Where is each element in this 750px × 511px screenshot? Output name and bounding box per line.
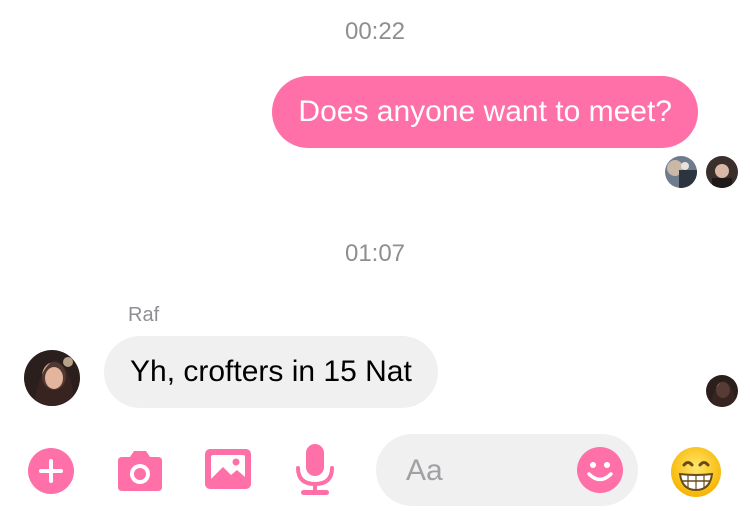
message-input[interactable] <box>404 448 578 494</box>
sender-name: Raf <box>128 304 160 326</box>
message-text: Yh, crofters in 15 Nat <box>130 355 412 388</box>
read-receipt-avatar <box>665 156 697 188</box>
message-timestamp: 00:22 <box>344 18 406 45</box>
gallery-icon[interactable] <box>203 445 253 493</box>
camera-icon[interactable] <box>114 447 166 495</box>
sender-avatar[interactable] <box>24 350 80 406</box>
incoming-message-bubble[interactable]: Yh, crofters in 15 Nat <box>104 336 438 408</box>
smiley-icon[interactable] <box>576 446 624 494</box>
outgoing-message-bubble[interactable]: Does anyone want to meet? <box>272 76 698 148</box>
grinning-emoji-icon[interactable] <box>670 446 722 498</box>
read-receipt-avatar <box>706 375 738 407</box>
microphone-icon[interactable] <box>293 442 337 498</box>
message-composer[interactable] <box>376 434 638 506</box>
read-receipt-avatar <box>706 156 738 188</box>
plus-icon[interactable] <box>27 447 75 495</box>
message-timestamp: 01:07 <box>344 240 406 267</box>
message-text: Does anyone want to meet? <box>298 95 672 128</box>
